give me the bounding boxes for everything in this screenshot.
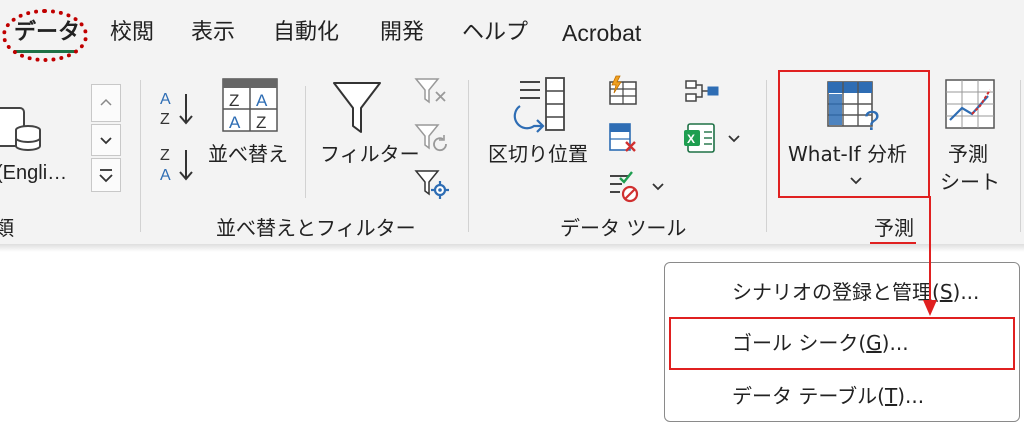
- forecast-label-underline: [870, 242, 916, 244]
- svg-text:A: A: [160, 91, 171, 108]
- sort-descending-icon[interactable]: Z A: [158, 144, 200, 186]
- data-validation-icon[interactable]: [606, 170, 644, 204]
- data-model-icon[interactable]: X: [682, 122, 718, 156]
- svg-text:Z: Z: [229, 91, 239, 110]
- chevron-down-icon[interactable]: [847, 174, 865, 188]
- clear-filter-icon[interactable]: [414, 76, 450, 108]
- data-source-icon[interactable]: [0, 104, 44, 156]
- tab-help[interactable]: ヘルプ: [462, 18, 528, 48]
- svg-text:Z: Z: [160, 147, 170, 164]
- sort-filter-group-label: 並べ替えとフィルター: [216, 216, 416, 240]
- group-separator: [1020, 80, 1021, 232]
- flash-fill-icon[interactable]: [606, 74, 640, 108]
- active-tab-indicator: [14, 50, 76, 53]
- remove-duplicates-icon[interactable]: [606, 122, 640, 156]
- tab-review[interactable]: 校閲: [110, 18, 154, 48]
- svg-text:X: X: [687, 132, 695, 146]
- gallery-more-button[interactable]: [91, 158, 121, 192]
- group-separator: [468, 80, 469, 232]
- svg-text:A: A: [229, 113, 241, 132]
- custom-sort-icon[interactable]: Z A A Z: [222, 78, 278, 132]
- data-tools-group-label: データ ツール: [560, 216, 687, 240]
- gallery-scroll-up[interactable]: [91, 84, 121, 122]
- svg-text:?: ?: [864, 105, 880, 136]
- tab-data[interactable]: データ: [14, 18, 80, 48]
- svg-text:Z: Z: [160, 111, 170, 128]
- group-separator: [140, 80, 141, 232]
- sort-button-label[interactable]: 並べ替え: [208, 141, 288, 167]
- forecast-sheet-icon[interactable]: [944, 78, 996, 132]
- tab-developer[interactable]: 開発: [380, 18, 424, 48]
- forecast-sheet-label-line2[interactable]: シート: [940, 169, 1000, 195]
- annotation-arrow: [923, 196, 937, 316]
- what-if-button-label[interactable]: What-If 分析: [788, 141, 907, 167]
- menu-item-data-table[interactable]: データ テーブル(T)...: [732, 382, 924, 410]
- left-group-label: 類: [0, 216, 14, 240]
- chevron-down-icon[interactable]: [726, 132, 742, 146]
- tab-automate[interactable]: 自動化: [273, 18, 339, 48]
- svg-text:A: A: [256, 91, 268, 110]
- chevron-down-icon[interactable]: [650, 180, 666, 194]
- tab-acrobat[interactable]: Acrobat: [562, 18, 641, 48]
- menu-item-scenario-manager[interactable]: シナリオの登録と管理(S)...: [732, 278, 979, 306]
- filter-funnel-icon[interactable]: [332, 80, 382, 138]
- data-type-button-label[interactable]: (Engli…: [0, 160, 67, 186]
- forecast-group-label: 予測: [874, 216, 914, 240]
- advanced-filter-icon[interactable]: [414, 168, 450, 202]
- forecast-sheet-label-line1[interactable]: 予測: [948, 141, 988, 167]
- text-to-columns-label[interactable]: 区切り位置: [488, 141, 588, 167]
- reapply-filter-icon[interactable]: [414, 122, 450, 156]
- ribbon-tab-bar: データ 校閲 表示 自動化 開発 ヘルプ Acrobat: [0, 0, 1024, 66]
- consolidate-icon[interactable]: [684, 78, 720, 106]
- gallery-scroll-down[interactable]: [91, 124, 121, 156]
- svg-text:A: A: [160, 167, 171, 184]
- svg-text:Z: Z: [256, 113, 266, 132]
- tab-view[interactable]: 表示: [191, 18, 235, 48]
- inner-separator: [305, 86, 306, 198]
- text-to-columns-icon[interactable]: [508, 76, 570, 138]
- group-separator: [766, 80, 767, 232]
- ribbon-shadow: [0, 244, 1024, 252]
- sort-ascending-icon[interactable]: A Z: [158, 88, 200, 130]
- menu-item-goal-seek[interactable]: ゴール シーク(G)...: [732, 329, 909, 357]
- filter-button-label[interactable]: フィルター: [320, 141, 420, 167]
- what-if-analysis-icon[interactable]: ?: [826, 78, 888, 138]
